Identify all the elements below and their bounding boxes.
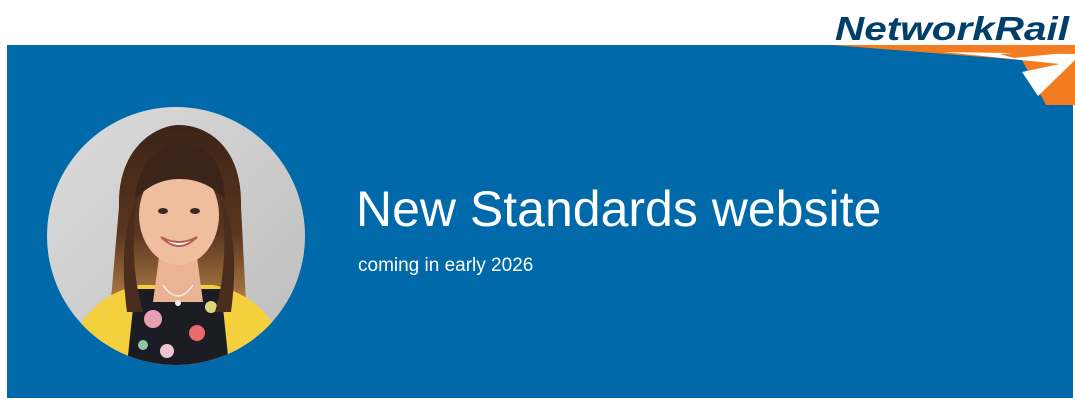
profile-photo bbox=[47, 107, 305, 365]
email-banner-canvas: New Standards website coming in early 20… bbox=[0, 0, 1075, 403]
banner-headline: New Standards website bbox=[356, 181, 882, 237]
banner-subline: coming in early 2026 bbox=[358, 255, 534, 276]
person-portrait-icon bbox=[47, 107, 305, 365]
logo-wordmark: NetworkRail bbox=[835, 10, 1070, 47]
network-rail-logo: NetworkRail bbox=[824, 0, 1075, 112]
